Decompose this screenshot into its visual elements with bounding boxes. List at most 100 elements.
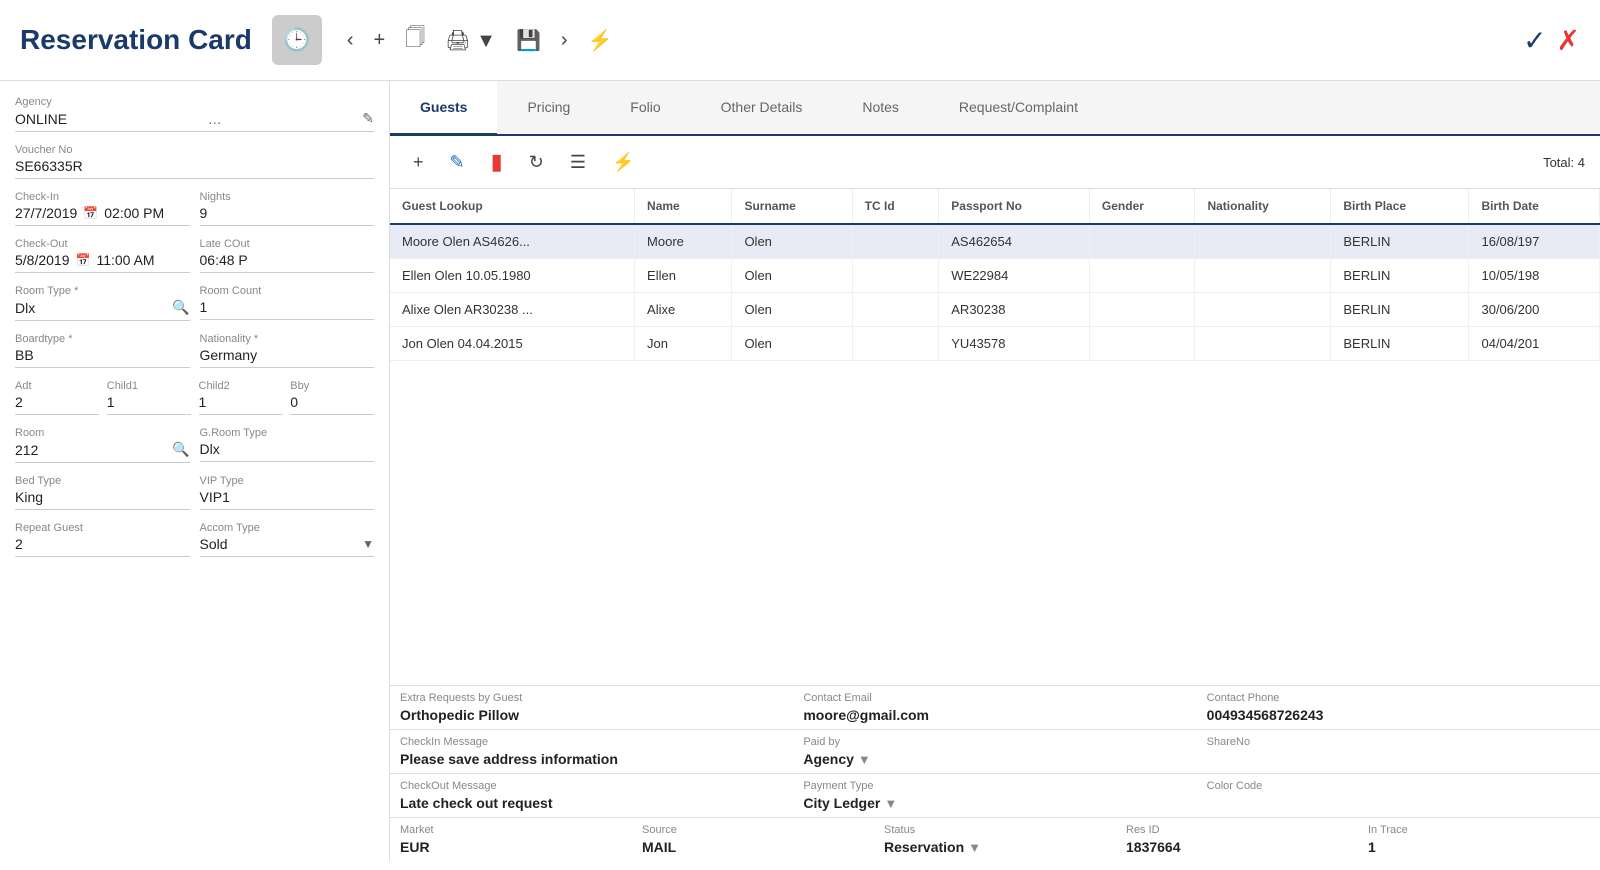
status-label: Status — [884, 824, 1106, 836]
save-button[interactable]: 💾 — [506, 22, 551, 59]
source-block: Source MAIL — [632, 818, 874, 861]
late-cout-field: 06:48 P — [200, 252, 375, 273]
vip-type-field: VIP1 — [200, 489, 375, 510]
payment-type-value: City Ledger — [803, 795, 880, 811]
extra-requests-value: Orthopedic Pillow — [400, 707, 783, 723]
contact-email-label: Contact Email — [803, 692, 1186, 704]
paid-by-block: Paid by Agency ▼ — [793, 730, 1196, 773]
in-trace-block: In Trace 1 — [1358, 818, 1600, 861]
guests-table-container: Guest Lookup Name Surname TC Id Passport… — [390, 189, 1600, 685]
accom-type-label: Accom Type — [200, 522, 375, 534]
accom-type-field: Sold ▼ — [200, 536, 375, 557]
color-code-label: Color Code — [1207, 780, 1590, 792]
status-block: Status Reservation ▼ — [874, 818, 1116, 861]
contact-email-value: moore@gmail.com — [803, 707, 1186, 723]
tab-notes[interactable]: Notes — [832, 81, 929, 136]
market-block: Market EUR — [390, 818, 632, 861]
history-button[interactable]: 🕒 — [272, 15, 322, 65]
checkin-label: Check-In — [15, 191, 190, 203]
agency-edit-button[interactable]: ✎ — [362, 110, 374, 127]
in-trace-label: In Trace — [1368, 824, 1590, 836]
checkout-label: Check-Out — [15, 238, 190, 250]
color-code-block: Color Code — [1197, 774, 1600, 817]
guests-table: Guest Lookup Name Surname TC Id Passport… — [390, 189, 1600, 361]
tab-folio[interactable]: Folio — [600, 81, 690, 136]
col-guest-lookup: Guest Lookup — [390, 189, 635, 224]
checkin-msg-value: Please save address information — [400, 751, 783, 767]
status-dropdown-icon: ▼ — [968, 840, 981, 855]
confirm-button[interactable]: ✓ — [1523, 24, 1546, 57]
left-panel: Agency ONLINE … ✎ Voucher No SE66335R Ch… — [0, 81, 390, 861]
tab-toolbar: + ✎ ▮ ↻ ☰ ⚡ Total: 4 — [390, 136, 1600, 189]
child2-label: Child2 — [199, 380, 283, 392]
add-button[interactable]: + — [364, 23, 396, 58]
res-id-label: Res ID — [1126, 824, 1348, 836]
source-value: MAIL — [642, 839, 864, 855]
groom-type-field: Dlx — [200, 441, 375, 462]
table-row[interactable]: Alixe Olen AR30238 ...AlixeOlenAR30238BE… — [390, 293, 1600, 327]
print-button[interactable]: 🖨 ▼ — [435, 22, 506, 59]
delete-guest-button[interactable]: ▮ — [483, 144, 511, 180]
tab-guests[interactable]: Guests — [390, 81, 497, 136]
tab-other-details[interactable]: Other Details — [691, 81, 833, 136]
back-button[interactable]: ‹ — [337, 23, 364, 58]
child2-field: 1 — [199, 394, 283, 415]
tab-request-complaint[interactable]: Request/Complaint — [929, 81, 1108, 136]
boardtype-field: BB — [15, 347, 190, 368]
bby-label: Bby — [290, 380, 374, 392]
adt-label: Adt — [15, 380, 99, 392]
market-label: Market — [400, 824, 622, 836]
agency-field: ONLINE … ✎ — [15, 110, 374, 132]
res-id-value: 1837664 — [1126, 839, 1348, 855]
table-row[interactable]: Ellen Olen 10.05.1980EllenOlenWE22984BER… — [390, 259, 1600, 293]
checkin-msg-label: CheckIn Message — [400, 736, 783, 748]
share-no-block: ShareNo — [1197, 730, 1600, 773]
menu-button[interactable]: ☰ — [562, 147, 594, 178]
refresh-button[interactable]: ↻ — [521, 147, 552, 178]
in-trace-value: 1 — [1368, 839, 1590, 855]
adt-field: 2 — [15, 394, 99, 415]
room-count-label: Room Count — [200, 285, 375, 297]
extra-requests-label: Extra Requests by Guest — [400, 692, 783, 704]
groom-type-label: G.Room Type — [200, 427, 375, 439]
cancel-button[interactable]: ✗ — [1557, 24, 1580, 57]
contact-phone-label: Contact Phone — [1207, 692, 1590, 704]
checkout-field: 5/8/2019 📅 11:00 AM — [15, 252, 190, 273]
room-field: 212 🔍 — [15, 441, 190, 463]
col-surname: Surname — [732, 189, 852, 224]
paid-by-label: Paid by — [803, 736, 1186, 748]
share-no-label: ShareNo — [1207, 736, 1590, 748]
voucher-label: Voucher No — [15, 144, 374, 156]
payment-type-block: Payment Type City Ledger ▼ — [793, 774, 1196, 817]
res-id-block: Res ID 1837664 — [1116, 818, 1358, 861]
edit-guest-button[interactable]: ✎ — [442, 147, 473, 178]
repeat-guest-label: Repeat Guest — [15, 522, 190, 534]
checkin-msg-block: CheckIn Message Please save address info… — [390, 730, 793, 773]
repeat-guest-field: 2 — [15, 536, 190, 557]
late-cout-label: Late COut — [200, 238, 375, 250]
agency-label: Agency — [15, 96, 374, 108]
nationality-label: Nationality * — [200, 333, 375, 345]
lightning-button[interactable]: ⚡ — [578, 22, 623, 59]
copy-button[interactable]: 🗍 — [395, 17, 435, 63]
paid-by-value: Agency — [803, 751, 854, 767]
status-value: Reservation — [884, 839, 964, 855]
table-row[interactable]: Moore Olen AS4626...MooreOlenAS462654BER… — [390, 224, 1600, 259]
col-birth-date: Birth Date — [1469, 189, 1600, 224]
right-panel: Guests Pricing Folio Other Details Notes… — [390, 81, 1600, 861]
contact-phone-value: 004934568726243 — [1207, 707, 1590, 723]
paid-by-dropdown-icon: ▼ — [858, 752, 871, 767]
page-title: Reservation Card — [20, 24, 252, 56]
room-type-label: Room Type * — [15, 285, 190, 297]
room-type-field: Dlx 🔍 — [15, 299, 190, 321]
col-tc-id: TC Id — [852, 189, 939, 224]
quick-action-button[interactable]: ⚡ — [604, 147, 642, 178]
add-guest-button[interactable]: + — [405, 147, 432, 178]
room-type-search-button[interactable]: 🔍 — [172, 299, 189, 316]
agency-dots-button[interactable]: … — [208, 111, 222, 127]
forward-button[interactable]: › — [551, 23, 578, 58]
room-search-button[interactable]: 🔍 — [172, 441, 189, 458]
tab-pricing[interactable]: Pricing — [497, 81, 600, 136]
table-row[interactable]: Jon Olen 04.04.2015JonOlenYU43578BERLIN0… — [390, 327, 1600, 361]
bed-type-label: Bed Type — [15, 475, 190, 487]
